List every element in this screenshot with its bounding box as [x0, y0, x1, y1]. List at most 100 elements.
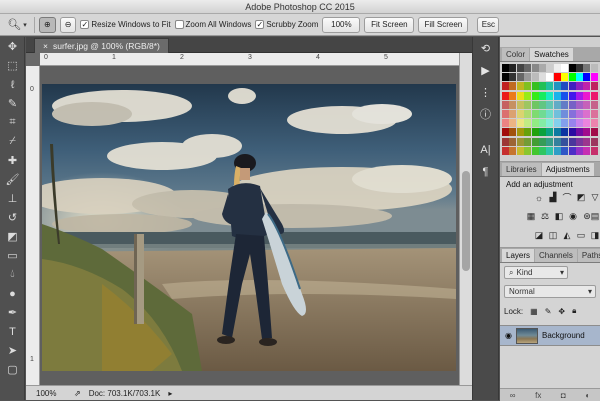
eye-icon[interactable]: ◉ — [505, 331, 512, 340]
hue-saturation-icon[interactable]: ▦ — [526, 211, 536, 221]
swatch[interactable] — [509, 146, 517, 155]
blend-mode-select[interactable]: Normal ▾ — [504, 285, 596, 298]
swatch[interactable] — [509, 137, 517, 146]
tab-libraries[interactable]: Libraries — [502, 163, 541, 176]
swatch[interactable] — [576, 110, 583, 118]
swatch[interactable] — [583, 91, 591, 100]
swatch[interactable] — [524, 146, 532, 155]
tool-marquee[interactable]: ⬚ — [0, 56, 25, 75]
tool-quick-select[interactable]: ✎ — [0, 94, 25, 113]
zoom-tool-preset[interactable]: 🔍︎ ▾ — [4, 16, 30, 33]
swatch[interactable] — [546, 91, 554, 100]
esc-button[interactable]: Esc — [477, 16, 500, 33]
swatch[interactable] — [546, 146, 554, 155]
swatch[interactable] — [583, 82, 591, 91]
threshold-icon[interactable]: ◭ — [562, 230, 572, 240]
swatch[interactable] — [590, 64, 598, 72]
swatch[interactable] — [561, 128, 569, 137]
swatch[interactable] — [524, 100, 532, 109]
swatch[interactable] — [576, 82, 583, 91]
swatch[interactable] — [583, 146, 591, 155]
mask-icon[interactable]: ◘ — [561, 391, 566, 400]
swatch[interactable] — [546, 73, 554, 82]
swatch[interactable] — [524, 91, 532, 100]
swatch[interactable] — [553, 137, 561, 146]
tool-blur[interactable]: 💧︎ — [0, 265, 25, 284]
swatch[interactable] — [516, 100, 524, 109]
swatch[interactable] — [590, 100, 598, 109]
swatch[interactable] — [539, 73, 546, 82]
brightness-contrast-icon[interactable]: ☼ — [534, 193, 544, 203]
swatch[interactable] — [576, 100, 583, 109]
selective-color-icon[interactable]: ◨ — [590, 230, 600, 240]
swatch[interactable] — [568, 128, 576, 137]
swatch[interactable] — [516, 128, 524, 137]
lock-all-icon[interactable]: 🔒︎ — [572, 306, 576, 316]
tool-eyedropper[interactable]: ⌿ — [0, 132, 25, 151]
swatch[interactable] — [502, 100, 509, 109]
tab-adjustments[interactable]: Adjustments — [541, 163, 594, 176]
swatch[interactable] — [516, 146, 524, 155]
swatch[interactable] — [516, 82, 524, 91]
swatch[interactable] — [516, 64, 524, 72]
swatch[interactable] — [502, 146, 509, 155]
scroll-thumb[interactable] — [462, 171, 470, 271]
swatch[interactable] — [590, 91, 598, 100]
swatch[interactable] — [576, 137, 583, 146]
paragraph-icon[interactable]: ¶ — [473, 161, 498, 183]
swatch[interactable] — [553, 64, 561, 72]
swatch[interactable] — [576, 73, 583, 82]
tool-brush[interactable]: 🖌︎ — [0, 170, 25, 189]
swatch[interactable] — [553, 73, 561, 82]
swatch[interactable] — [546, 64, 554, 72]
swatch[interactable] — [568, 91, 576, 100]
swatch[interactable] — [590, 73, 598, 82]
fx-icon[interactable]: fx — [535, 391, 541, 400]
swatch[interactable] — [509, 82, 517, 91]
swatch[interactable] — [502, 119, 509, 128]
swatch[interactable] — [583, 100, 591, 109]
swatch[interactable] — [539, 110, 546, 118]
swatch[interactable] — [553, 100, 561, 109]
vibrance-icon[interactable]: ▽ — [590, 192, 600, 202]
swatch[interactable] — [531, 119, 539, 128]
swatch[interactable] — [576, 146, 583, 155]
swatch[interactable] — [583, 110, 591, 118]
tab-color[interactable]: Color — [502, 48, 530, 61]
adjustment-layer-icon[interactable]: ◐ — [585, 391, 590, 400]
swatch[interactable] — [546, 119, 554, 128]
swatch[interactable] — [561, 100, 569, 109]
swatch[interactable] — [561, 82, 569, 91]
swatch[interactable] — [561, 91, 569, 100]
tool-pen[interactable]: ✒ — [0, 303, 25, 322]
swatch[interactable] — [568, 137, 576, 146]
tool-rectangle[interactable]: ▢ — [0, 360, 25, 379]
swatch[interactable] — [568, 146, 576, 155]
swatch[interactable] — [531, 100, 539, 109]
zoom-100-button[interactable]: 100% — [322, 16, 361, 33]
swatch[interactable] — [509, 73, 517, 82]
curves-icon[interactable]: ⌒ — [562, 193, 572, 203]
swatch[interactable] — [524, 82, 532, 91]
swatch[interactable] — [553, 128, 561, 137]
swatch[interactable] — [553, 110, 561, 118]
swatch[interactable] — [561, 110, 569, 118]
swatch[interactable] — [561, 146, 569, 155]
tab-paths[interactable]: Paths — [577, 249, 600, 262]
swatch[interactable] — [516, 110, 524, 118]
swatch[interactable] — [590, 82, 598, 91]
swatch[interactable] — [546, 137, 554, 146]
scrubby-zoom-checkbox[interactable]: ✓ Scrubby Zoom — [255, 20, 318, 29]
color-balance-icon[interactable]: ⚖ — [540, 211, 550, 221]
swatch[interactable] — [590, 110, 598, 118]
zoom-out-button[interactable]: ⊖ — [59, 16, 77, 33]
swatch[interactable] — [590, 128, 598, 137]
posterize-icon[interactable]: ◫ — [548, 230, 558, 240]
swatch[interactable] — [553, 82, 561, 91]
swatch[interactable] — [516, 137, 524, 146]
close-icon[interactable]: × — [43, 41, 48, 51]
swatch[interactable] — [531, 128, 539, 137]
swatch[interactable] — [568, 64, 576, 72]
swatch[interactable] — [539, 137, 546, 146]
swatch[interactable] — [553, 146, 561, 155]
